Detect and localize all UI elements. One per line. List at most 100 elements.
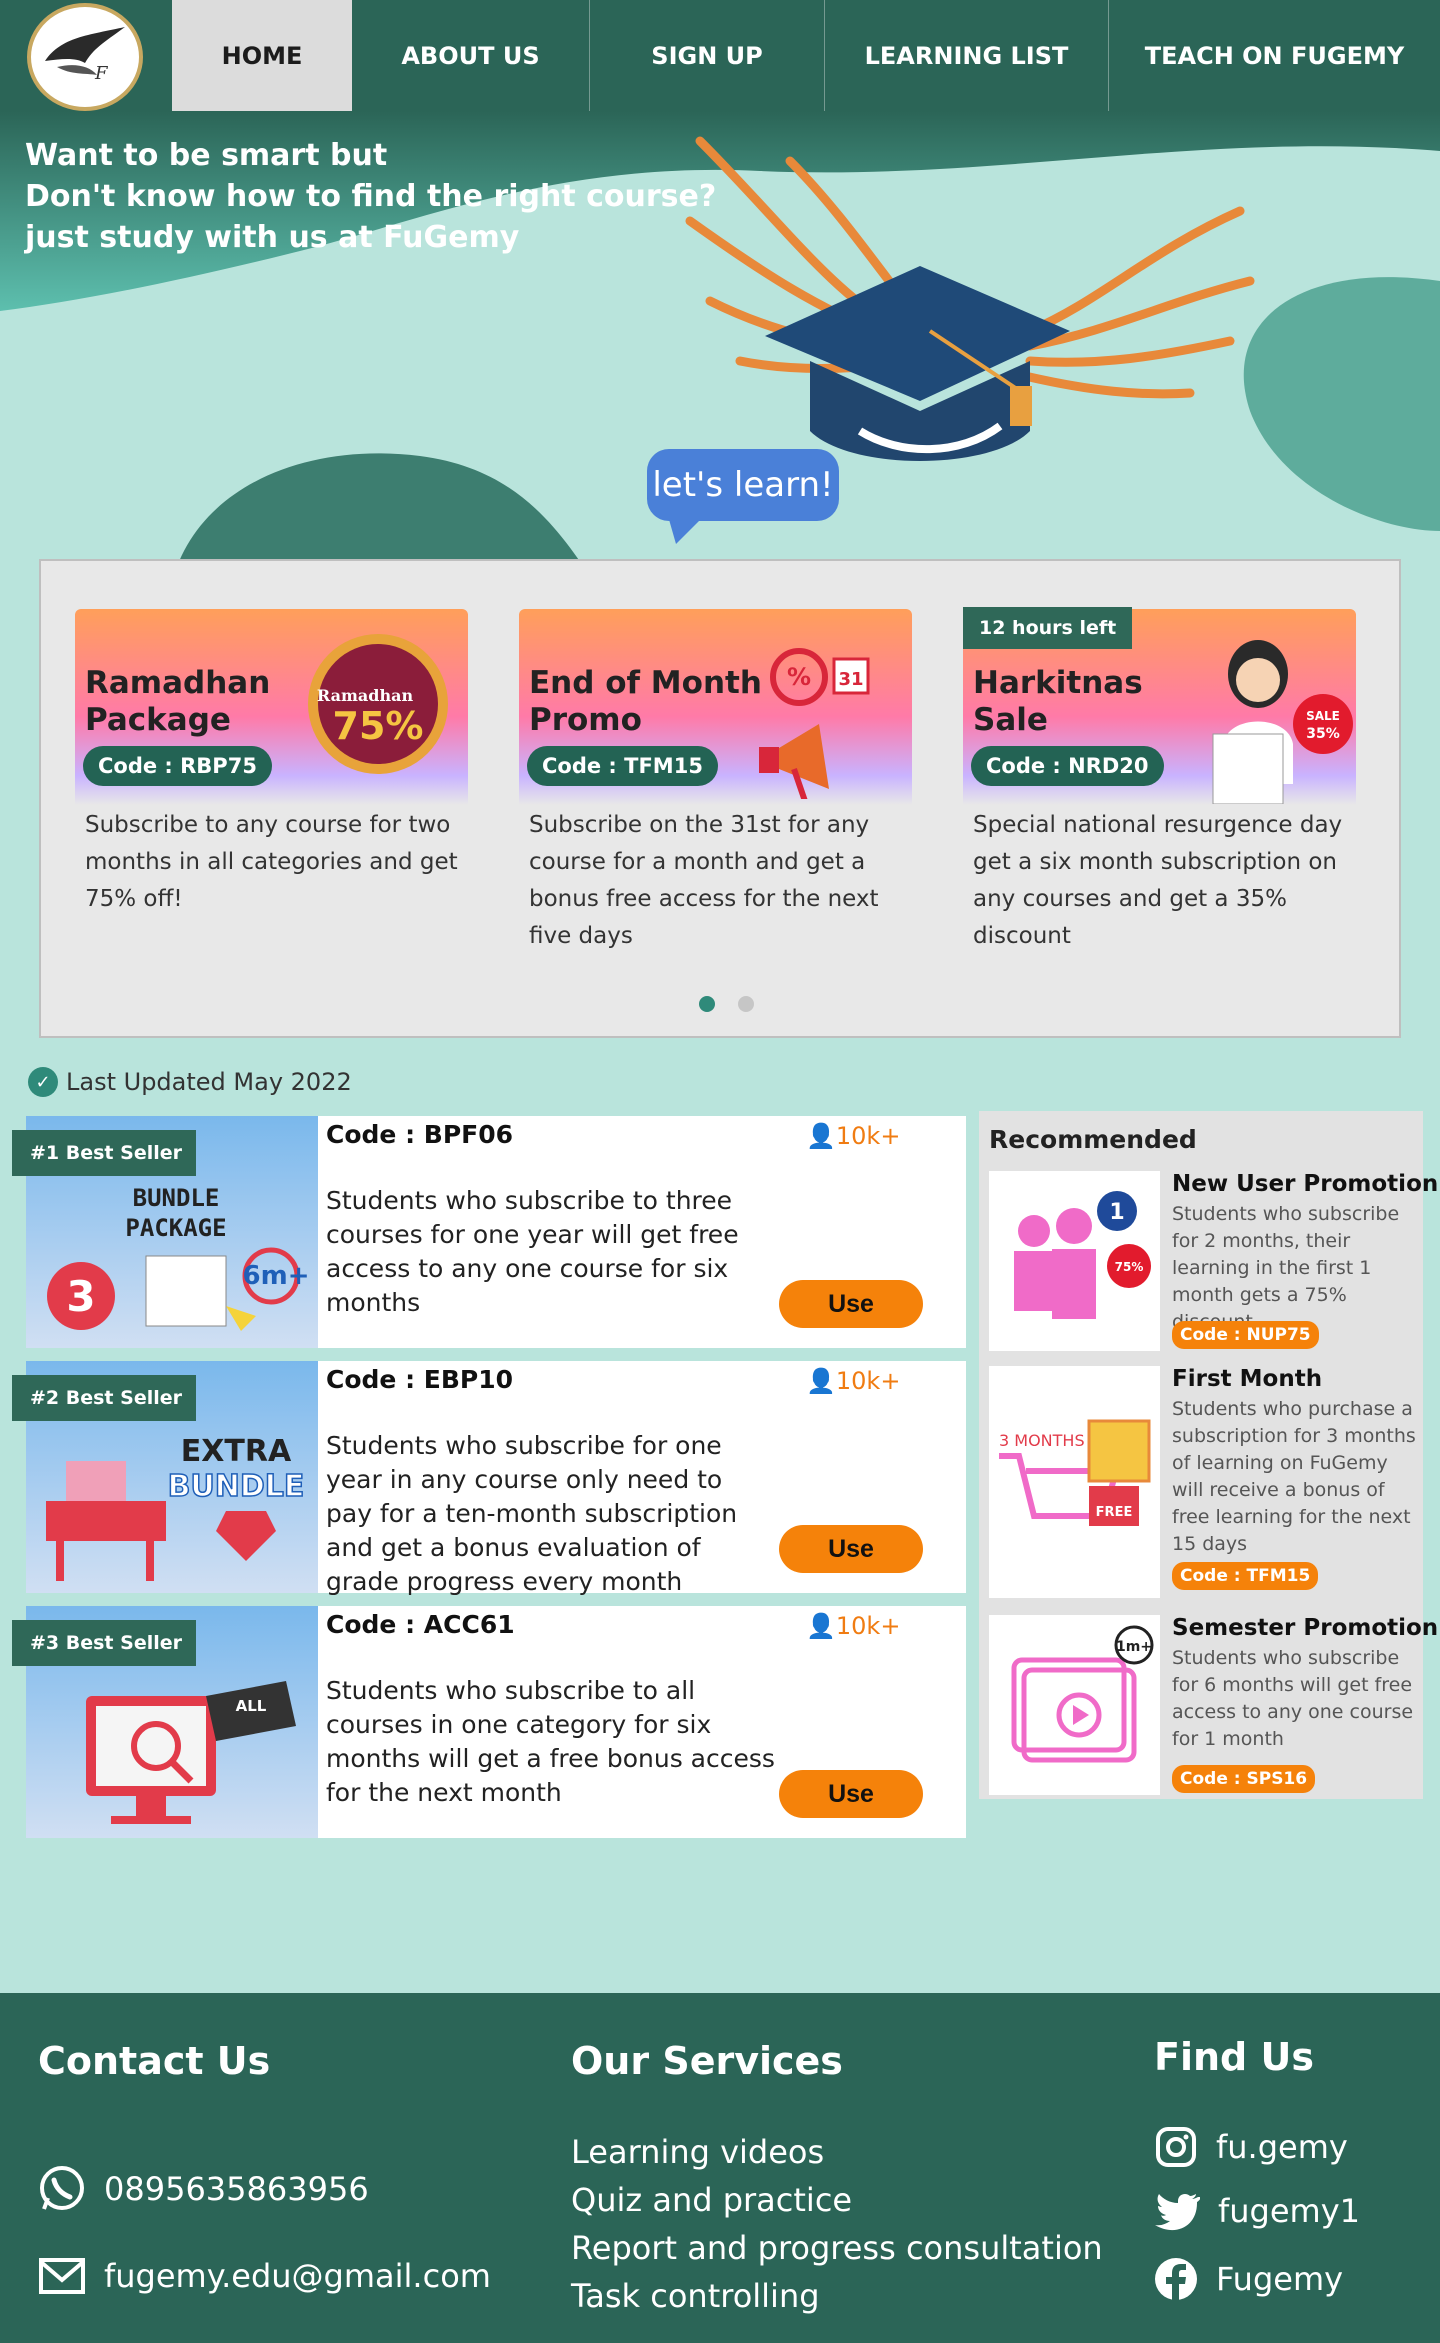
recommended-name: Semester Promotion (1172, 1615, 1439, 1641)
service-link[interactable]: Learning videos (571, 2133, 824, 2171)
carousel-dot[interactable] (738, 996, 754, 1012)
svg-text:75%: 75% (1115, 1260, 1144, 1274)
carousel-pagination (699, 996, 754, 1012)
svg-text:35%: 35% (1306, 726, 1340, 742)
logo[interactable]: F (27, 3, 143, 111)
deal-description: Students who subscribe to all courses in… (326, 1676, 775, 1807)
svg-text:F: F (94, 63, 109, 84)
recommended-panel: Recommended 1 75% New User Promotion Stu… (979, 1111, 1438, 1799)
promo-title: Harkitnas Sale (973, 665, 1143, 738)
service-link[interactable]: Quiz and practice (571, 2181, 852, 2219)
best-seller-rank-badge: #2 Best Seller (12, 1375, 196, 1421)
hero-line-1: Want to be smart but (25, 138, 388, 173)
ramadhan-discount-seal-icon: Ramadhan 75% (308, 634, 448, 774)
svg-text:SALE: SALE (1306, 709, 1340, 723)
whatsapp-icon (40, 2166, 84, 2210)
promo-header: Ramadhan Package Code : RBP75 Ramadhan 75… (75, 609, 468, 805)
recommended-name: First Month (1172, 1366, 1323, 1392)
service-link[interactable]: Report and progress consultation (571, 2229, 1103, 2267)
best-seller-card: BUNDLE PACKAGE 3 6m+ #1 Best Seller Code… (12, 1116, 966, 1348)
recommended-code-badge[interactable]: Code : SPS16 (1172, 1765, 1316, 1793)
best-seller-rank-badge: #1 Best Seller (12, 1130, 196, 1176)
deal-description: Students who subscribe for one year in a… (326, 1431, 738, 1596)
twitter-link[interactable]: fugemy1 (1154, 2191, 1360, 2231)
user-icon: 👤 (806, 1367, 836, 1395)
lets-learn-bubble: let's learn! (647, 449, 839, 521)
hero-line-2: Don't know how to find the right course? (25, 179, 717, 214)
promo-carousel[interactable]: Ramadhan Package Code : RBP75 Ramadhan 75… (39, 559, 1401, 1038)
woman-sale-sign-icon: SALE 35% (1212, 640, 1353, 804)
new-user-promo-image: 1 75% (989, 1171, 1160, 1351)
countdown-timer-badge: 12 hours left (963, 607, 1133, 649)
promo-card[interactable]: Ramadhan Package Code : RBP75 Ramadhan 75… (75, 609, 468, 920)
use-code-button[interactable]: Use (779, 1770, 923, 1818)
facebook-handle: Fugemy (1216, 2260, 1344, 2298)
deal-description: Students who subscribe to three courses … (326, 1186, 739, 1317)
user-icon: 👤 (806, 1122, 836, 1150)
deal-code: Code : EBP10 (326, 1365, 514, 1394)
promo-code-badge[interactable]: Code : TFM15 (527, 746, 718, 786)
nav-home[interactable]: HOME (172, 0, 352, 111)
recommended-code-badge[interactable]: Code : NUP75 (1172, 1321, 1319, 1349)
hero-line-3: just study with us at FuGemy (25, 220, 520, 255)
mail-icon (39, 2258, 85, 2294)
phone-contact[interactable]: 0895635863956 (38, 2165, 369, 2213)
svg-text:EXTRA: EXTRA (181, 1434, 292, 1469)
recommended-code-badge[interactable]: Code : TFM15 (1172, 1562, 1319, 1590)
email-contact[interactable]: fugemy.edu@gmail.com (38, 2256, 491, 2296)
contact-us-heading: Contact Us (38, 2039, 271, 2083)
recommended-description: Students who purchase a subscription for… (1172, 1398, 1416, 1555)
best-seller-rank-badge: #3 Best Seller (12, 1620, 196, 1666)
twitter-handle: fugemy1 (1218, 2192, 1361, 2230)
phone-number: 0895635863956 (104, 2170, 369, 2208)
promo-title: End of Month Promo (529, 665, 762, 738)
recommended-description: Students who subscribe for 2 months, the… (1172, 1203, 1400, 1333)
use-code-button[interactable]: Use (779, 1525, 923, 1573)
promo-card[interactable]: End of Month Promo Code : TFM15 % 31 Subs… (519, 609, 912, 957)
nav-about-us[interactable]: ABOUT US (352, 0, 589, 111)
promo-title: Ramadhan Package (85, 665, 271, 738)
promo-code-badge[interactable]: Code : RBP75 (83, 746, 272, 786)
svg-text:1: 1 (1109, 1200, 1124, 1225)
hero-tagline: Want to be smart but Don't know how to f… (25, 135, 716, 258)
people-group-icon: 1 75% (1014, 1191, 1151, 1319)
promo-description: Special national resurgence day get a si… (973, 812, 1343, 949)
promo-description: Subscribe on the 31st for any course for… (529, 812, 879, 949)
hero-banner: Want to be smart but Don't know how to f… (0, 111, 1440, 591)
recommended-name: New User Promotion (1172, 1171, 1439, 1197)
shopping-cart-calendar-icon: 3 MONTHS FREE (999, 1419, 1151, 1526)
twitter-icon (1155, 2193, 1200, 2230)
bubble-tail-icon (668, 516, 704, 544)
promo-card[interactable]: 12 hours left Harkitnas Sale Code : NRD20… (963, 607, 1356, 957)
nav-teach-on-fugemy[interactable]: TEACH ON FUGEMY (1108, 0, 1440, 111)
instagram-icon (1156, 2127, 1196, 2167)
promo-header: End of Month Promo Code : TFM15 % 31 (519, 609, 912, 805)
svg-text:FREE: FREE (1096, 1505, 1133, 1520)
last-updated: ✓ Last Updated May 2022 (28, 1067, 352, 1097)
promo-header: 12 hours left Harkitnas Sale Code : NRD20… (963, 607, 1356, 805)
our-services-heading: Our Services (571, 2039, 843, 2083)
facebook-icon (1155, 2258, 1197, 2301)
recommended-title: Recommended (989, 1125, 1197, 1154)
svg-text:BUNDLE: BUNDLE (168, 1469, 305, 1504)
top-navigation: F HOME ABOUT US SIGN UP LEARNING LIST TE… (0, 0, 1440, 111)
svg-text:Ramadhan: Ramadhan (317, 686, 414, 705)
deal-code: Code : BPF06 (326, 1120, 514, 1149)
promo-code-badge[interactable]: Code : NRD20 (971, 746, 1164, 786)
service-link[interactable]: Task controlling (571, 2277, 820, 2315)
recommended-description: Students who subscribe for 6 months will… (1172, 1647, 1414, 1750)
instagram-link[interactable]: fu.gemy (1154, 2125, 1348, 2169)
facebook-link[interactable]: Fugemy (1154, 2257, 1343, 2301)
deal-code: Code : ACC61 (326, 1610, 515, 1639)
svg-text:3: 3 (66, 1272, 95, 1321)
svg-text:75%: 75% (333, 704, 424, 748)
nav-learning-list[interactable]: LEARNING LIST (824, 0, 1108, 111)
svg-text:6m+: 6m+ (243, 1261, 310, 1291)
use-code-button[interactable]: Use (779, 1280, 923, 1328)
svg-text:1m+: 1m+ (1116, 1639, 1152, 1655)
svg-text:BUNDLE: BUNDLE (133, 1184, 220, 1212)
user-count: 👤10k+ (806, 1367, 901, 1395)
first-month-promo-image: 3 MONTHS FREE (989, 1366, 1160, 1598)
carousel-dot-active[interactable] (699, 996, 715, 1012)
nav-sign-up[interactable]: SIGN UP (589, 0, 824, 111)
